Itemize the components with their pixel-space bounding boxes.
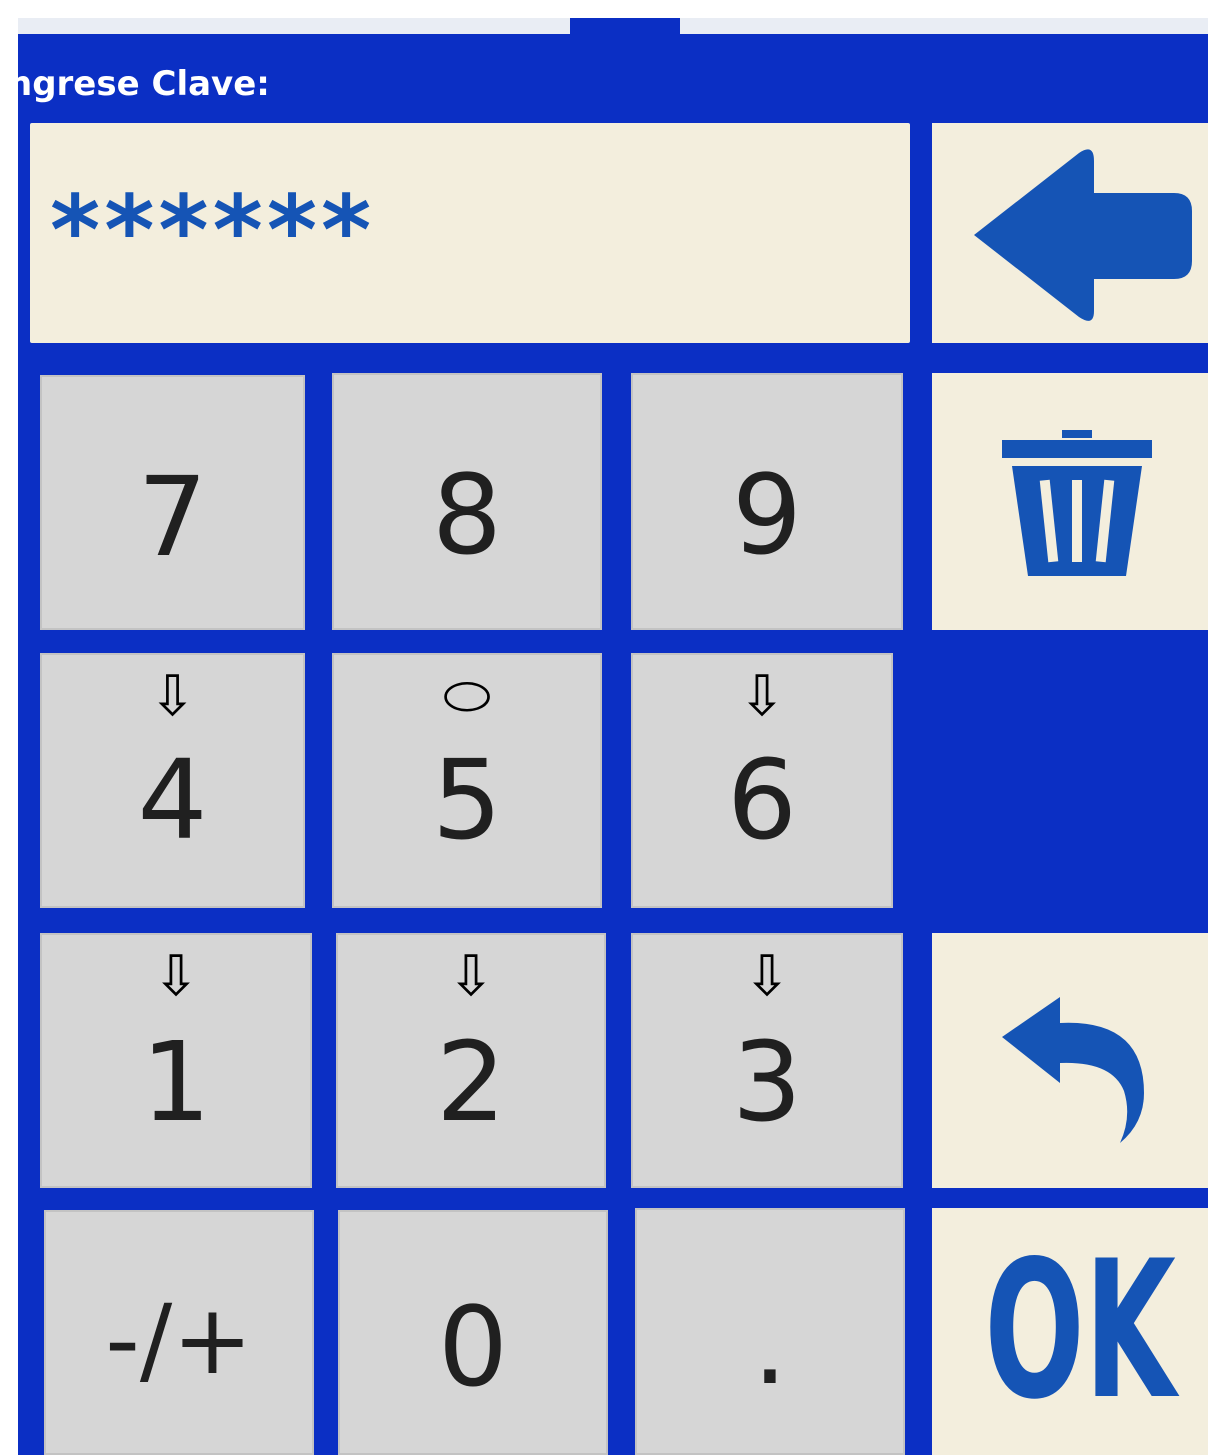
left-arrow-icon: [974, 149, 1192, 321]
password-value: ******: [50, 175, 376, 287]
arrow-down-icon: ⇩: [743, 944, 791, 1009]
key-9[interactable]: 9: [631, 373, 903, 630]
key-3-label: 3: [732, 1018, 802, 1146]
password-field[interactable]: ******: [30, 123, 910, 343]
ok-button[interactable]: OK: [932, 1208, 1208, 1455]
trash-icon: [1002, 430, 1152, 576]
arrow-down-icon: ⇩: [152, 944, 200, 1009]
key-0[interactable]: 0: [338, 1210, 608, 1455]
keypad-screen: ngrese Clave: ****** 7 8 9 ⇩ 4 ⬭ 5 ⇩ 6 ⇩…: [18, 18, 1208, 1455]
key-6-label: 6: [727, 736, 797, 864]
key-9-label: 9: [732, 451, 802, 579]
key-5-label: 5: [432, 736, 502, 864]
key-5[interactable]: ⬭ 5: [332, 653, 602, 908]
clear-button[interactable]: [932, 373, 1208, 630]
arrow-down-icon: ⇩: [447, 944, 495, 1009]
key-8[interactable]: 8: [332, 373, 602, 630]
key-3[interactable]: ⇩ 3: [631, 933, 903, 1188]
key-2-label: 2: [436, 1018, 506, 1146]
sign-toggle-label: -/+: [105, 1284, 253, 1396]
decimal-point-label: .: [752, 1281, 788, 1409]
top-strip: [18, 18, 1208, 34]
key-8-label: 8: [432, 451, 502, 579]
key-7-label: 7: [137, 453, 208, 581]
arrow-down-icon: ⇩: [149, 664, 196, 729]
sign-toggle-key[interactable]: -/+: [44, 1210, 314, 1455]
key-0-label: 0: [438, 1283, 508, 1411]
password-prompt-label: ngrese Clave:: [18, 64, 270, 104]
key-6[interactable]: ⇩ 6: [631, 653, 893, 908]
undo-button[interactable]: [932, 933, 1208, 1188]
key-7[interactable]: 7: [40, 375, 305, 630]
backspace-button[interactable]: [932, 123, 1208, 343]
key-4-label: 4: [137, 736, 208, 864]
key-1-label: 1: [141, 1018, 211, 1146]
arrow-down-icon: ⇩: [738, 664, 786, 729]
ok-label: OK: [984, 1220, 1176, 1441]
undo-icon: [1002, 997, 1144, 1143]
key-2[interactable]: ⇩ 2: [336, 933, 606, 1188]
decimal-point-key[interactable]: .: [635, 1208, 905, 1455]
key-1[interactable]: ⇩ 1: [40, 933, 312, 1188]
arrow-icon: ⬭: [443, 664, 491, 729]
key-4[interactable]: ⇩ 4: [40, 653, 305, 908]
